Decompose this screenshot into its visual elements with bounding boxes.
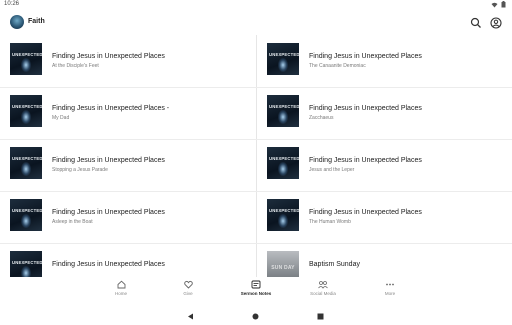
home-icon: [117, 280, 125, 289]
sermon-title: Finding Jesus in Unexpected Places: [52, 261, 165, 268]
battery-icon: [501, 1, 506, 8]
sermon-subtitle: Asleep in the Boat: [52, 219, 93, 225]
sermon-title: Finding Jesus in Unexpected Places: [309, 105, 422, 112]
sermon-thumbnail: SUN DAY: [267, 251, 299, 277]
nav-sermon-notes[interactable]: Sermon Notes: [226, 280, 286, 296]
sermon-thumbnail: UNEXPECTED: [267, 95, 299, 127]
sermon-title: Finding Jesus in Unexpected Places: [52, 209, 165, 216]
sermon-subtitle: The Human Womb: [309, 219, 351, 225]
sermon-thumbnail: UNEXPECTED: [267, 43, 299, 75]
nav-label: More: [384, 291, 396, 296]
back-icon[interactable]: [187, 307, 194, 325]
nav-more[interactable]: More: [360, 280, 420, 296]
app-bar: Faith: [0, 10, 512, 34]
sermon-card[interactable]: UNEXPECTED Finding Jesus in Unexpected P…: [257, 191, 512, 243]
sermon-card[interactable]: SUN DAY Baptism Sunday: [257, 243, 512, 277]
sermon-thumbnail: UNEXPECTED: [10, 43, 42, 75]
status-icons: [491, 1, 506, 8]
sermon-thumbnail: UNEXPECTED: [267, 199, 299, 231]
home-circle-icon[interactable]: [252, 307, 259, 325]
sermon-thumbnail: UNEXPECTED: [10, 251, 42, 277]
sermon-title: Finding Jesus in Unexpected Places: [52, 157, 165, 164]
sermon-title: Baptism Sunday: [309, 261, 360, 268]
app-title: Faith: [28, 18, 45, 25]
sermon-card[interactable]: UNEXPECTED Finding Jesus in Unexpected P…: [257, 87, 512, 139]
sermon-card[interactable]: UNEXPECTED Finding Jesus in Unexpected P…: [257, 35, 512, 87]
sermon-card[interactable]: UNEXPECTED Finding Jesus in Unexpected P…: [0, 243, 256, 277]
status-time: 10:26: [4, 1, 20, 7]
notes-icon: [251, 280, 261, 289]
nav-home[interactable]: Home: [91, 280, 151, 296]
sermon-title: Finding Jesus in Unexpected Places: [52, 53, 165, 60]
sermon-title: Finding Jesus in Unexpected Places: [309, 157, 422, 164]
sermon-card[interactable]: UNEXPECTED Finding Jesus in Unexpected P…: [0, 35, 256, 87]
sermon-grid: UNEXPECTED Finding Jesus in Unexpected P…: [0, 35, 512, 277]
sermon-thumbnail: UNEXPECTED: [10, 147, 42, 179]
sermon-title: Finding Jesus in Unexpected Places: [309, 209, 422, 216]
system-navigation-bar: [0, 302, 512, 320]
wifi-icon: [491, 2, 498, 7]
sermon-subtitle: At the Disciple's Feet: [52, 63, 99, 69]
sermon-title: Finding Jesus in Unexpected Places -: [52, 105, 170, 112]
nav-social-media[interactable]: Social Media: [293, 280, 353, 296]
nav-label: Social Media: [310, 291, 336, 296]
sermon-row: UNEXPECTED Finding Jesus in Unexpected P…: [0, 35, 512, 88]
sermon-row: UNEXPECTED Finding Jesus in Unexpected P…: [0, 87, 512, 140]
sermon-card[interactable]: UNEXPECTED Finding Jesus in Unexpected P…: [0, 139, 256, 191]
sermon-thumbnail: UNEXPECTED: [10, 95, 42, 127]
sermon-thumbnail: UNEXPECTED: [10, 199, 42, 231]
heart-icon: [183, 280, 193, 289]
sermon-thumbnail: UNEXPECTED: [267, 147, 299, 179]
more-icon: [386, 283, 394, 286]
sermon-subtitle: Stopping a Jesus Parade: [52, 167, 108, 173]
nav-give[interactable]: Give: [158, 280, 218, 296]
recents-icon[interactable]: [317, 307, 324, 325]
app-logo: [10, 15, 24, 29]
sermon-card[interactable]: UNEXPECTED Finding Jesus in Unexpected P…: [0, 87, 256, 139]
nav-label: Sermon Notes: [240, 291, 272, 296]
sermon-row: UNEXPECTED Finding Jesus in Unexpected P…: [0, 191, 512, 244]
people-icon: [318, 281, 328, 289]
bottom-navigation: Home Give Sermon Notes Social Media More: [0, 277, 512, 302]
sermon-subtitle: The Canaanite Demoniac: [309, 63, 366, 69]
status-bar: 10:26: [0, 0, 512, 10]
sermon-card[interactable]: UNEXPECTED Finding Jesus in Unexpected P…: [0, 191, 256, 243]
account-icon[interactable]: [490, 16, 502, 29]
sermon-title: Finding Jesus in Unexpected Places: [309, 53, 422, 60]
sermon-row: UNEXPECTED Finding Jesus in Unexpected P…: [0, 243, 512, 277]
sermon-row: UNEXPECTED Finding Jesus in Unexpected P…: [0, 139, 512, 192]
nav-label: Home: [114, 291, 127, 296]
search-icon[interactable]: [470, 16, 482, 28]
sermon-subtitle: My Dad: [52, 115, 70, 121]
nav-label: Give: [183, 291, 193, 296]
sermon-card[interactable]: UNEXPECTED Finding Jesus in Unexpected P…: [257, 139, 512, 191]
sermon-subtitle: Jesus and the Leper: [309, 167, 355, 173]
sermon-subtitle: Zacchaeus: [309, 115, 334, 121]
